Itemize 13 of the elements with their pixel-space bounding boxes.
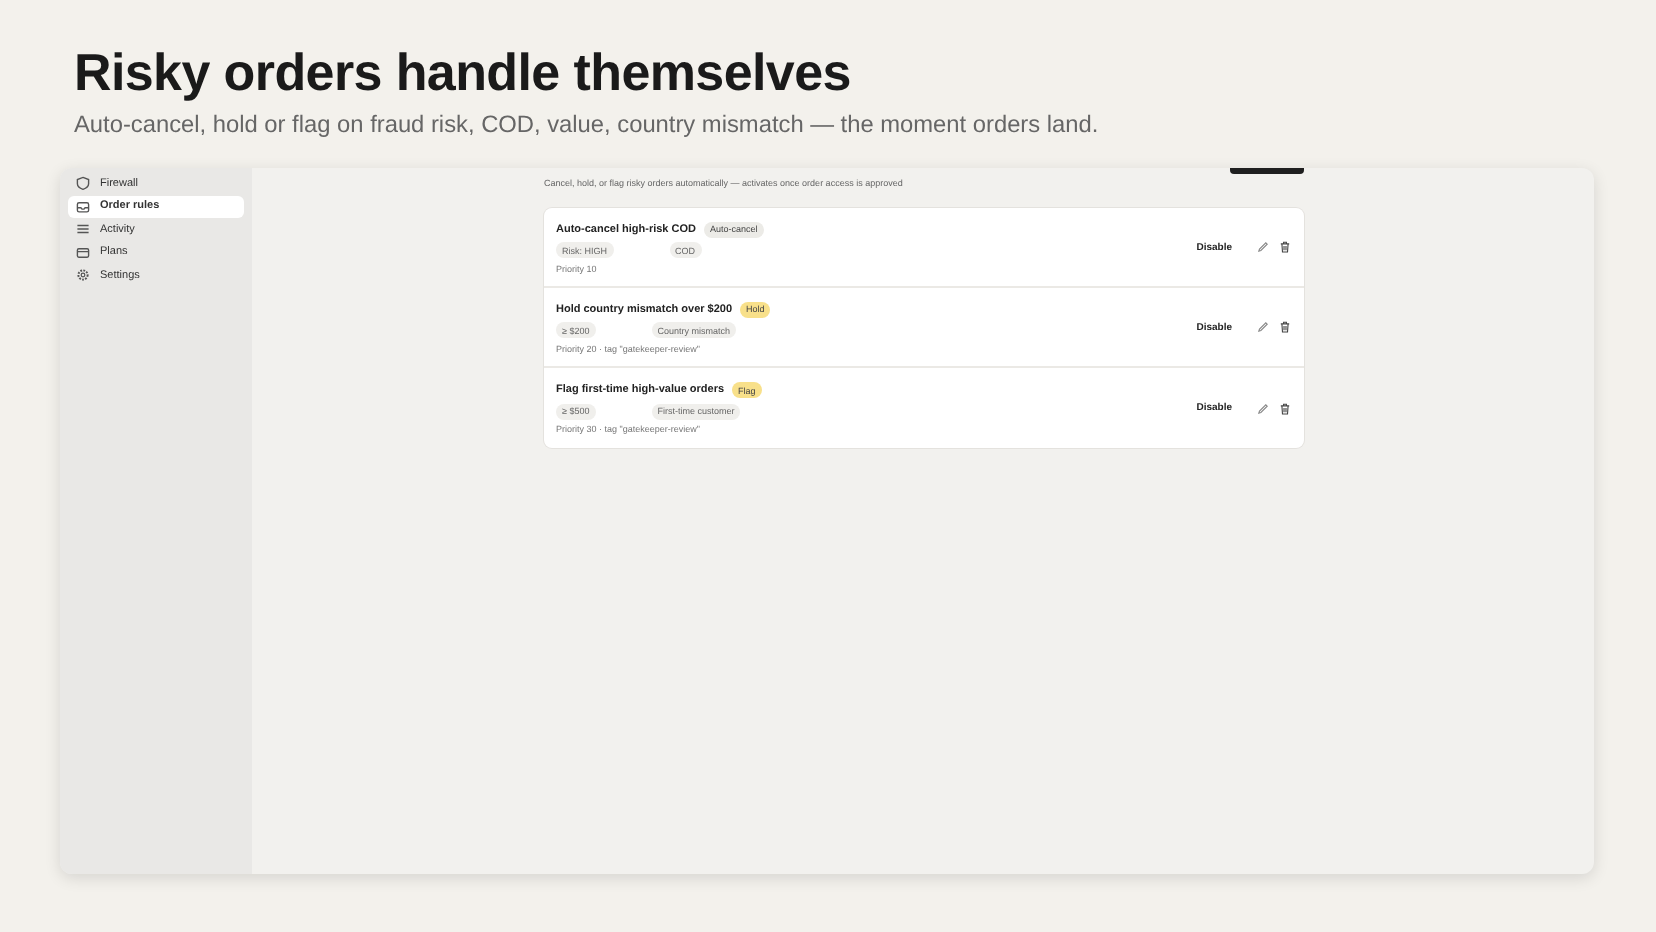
trash-icon[interactable] xyxy=(1278,401,1292,415)
headline: Risky orders handle themselves xyxy=(74,40,853,104)
subheadline: Auto-cancel, hold or flag on fraud risk, COD, value, country mismatch — the moment orders land. xyxy=(74,110,1101,140)
edit-icon[interactable] xyxy=(1256,320,1270,334)
trash-icon[interactable] xyxy=(1278,240,1292,254)
edit-icon[interactable] xyxy=(1256,401,1270,415)
card-icon xyxy=(76,245,90,260)
shield-icon xyxy=(76,176,90,191)
list-icon xyxy=(76,222,90,237)
trash-icon[interactable] xyxy=(1278,320,1292,334)
gear-icon xyxy=(76,268,90,283)
edit-icon[interactable] xyxy=(1256,240,1270,254)
inbox-icon xyxy=(76,199,90,214)
